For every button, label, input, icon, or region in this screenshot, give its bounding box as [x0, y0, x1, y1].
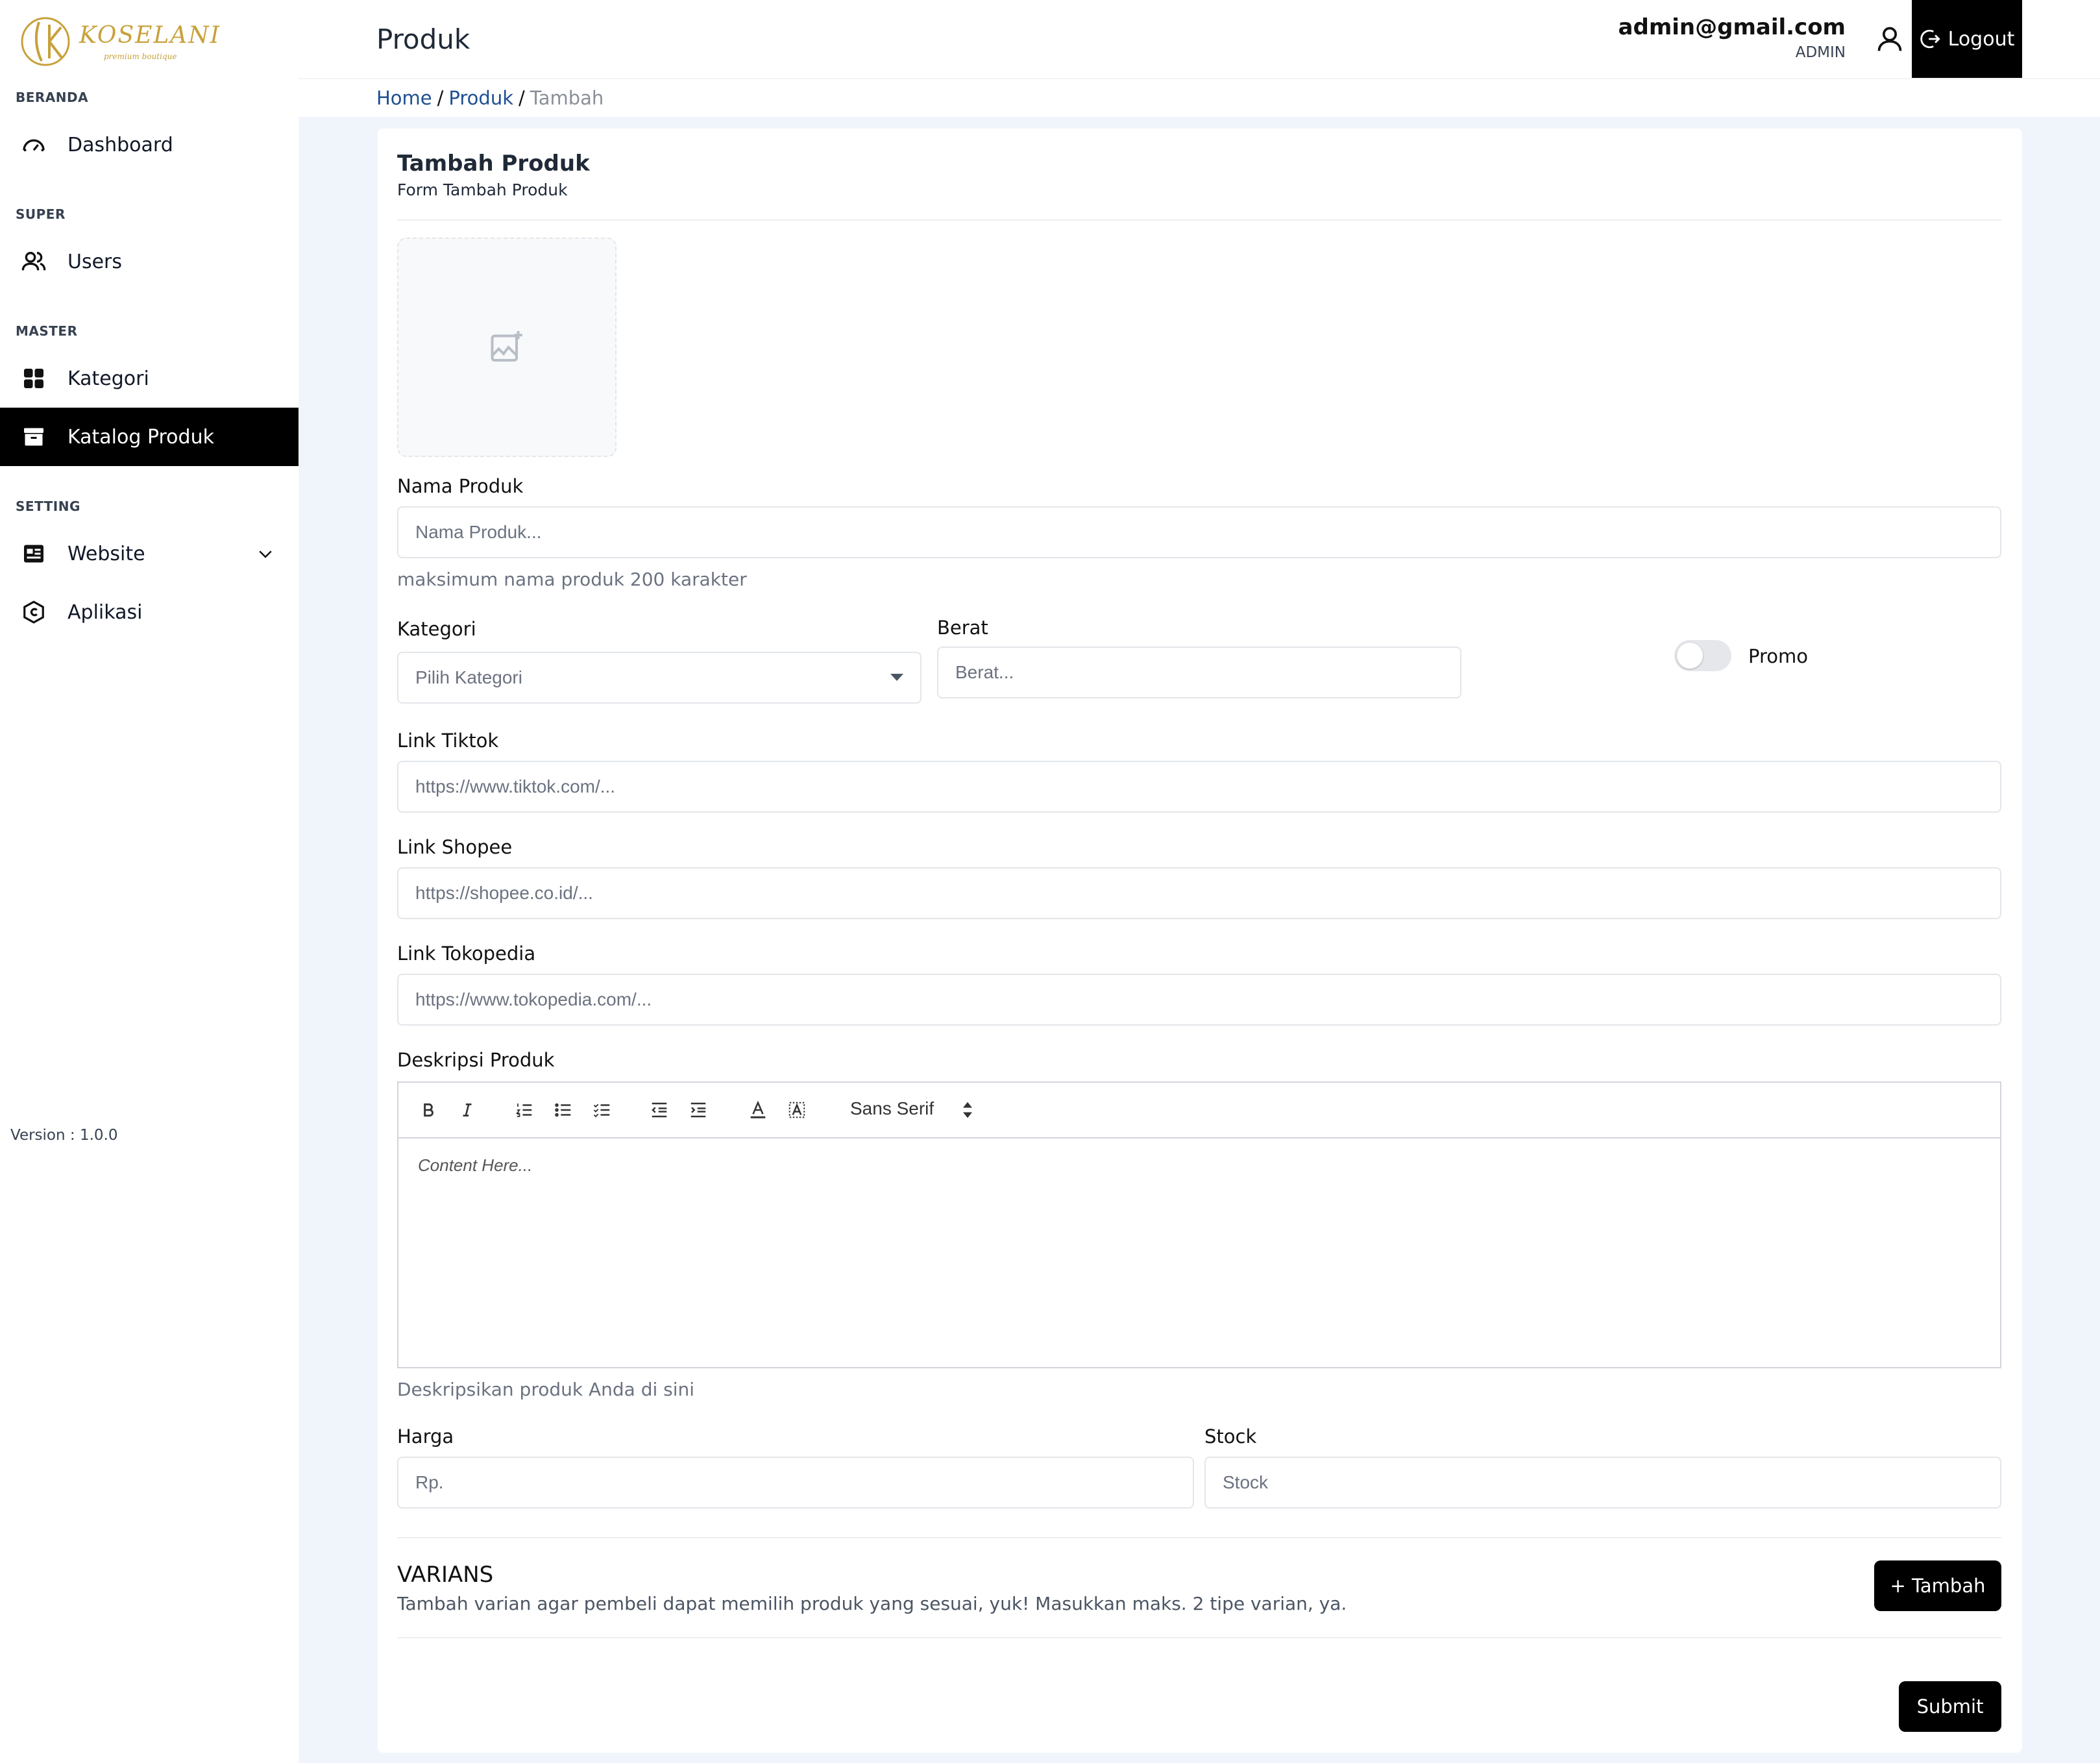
breadcrumb-home[interactable]: Home: [376, 87, 432, 109]
checklist-icon[interactable]: [591, 1098, 614, 1122]
ordered-list-icon[interactable]: [513, 1098, 536, 1122]
editor-toolbar: Sans Serif: [398, 1083, 2000, 1139]
editor-content[interactable]: Content Here...: [418, 1155, 532, 1176]
form-card: [378, 129, 2022, 1753]
grid-icon: [21, 365, 47, 391]
rich-text-editor: Sans Serif Content Here...: [397, 1081, 2001, 1368]
link-shopee-input[interactable]: https://shopee.co.id/...: [397, 867, 2001, 919]
sort-arrows-icon[interactable]: [960, 1101, 975, 1119]
logo-emblem-icon: [21, 17, 70, 66]
indent-icon[interactable]: [687, 1098, 710, 1122]
archive-icon: [21, 424, 47, 450]
user-icon[interactable]: [1875, 25, 1904, 53]
user-role: ADMIN: [1795, 44, 1846, 61]
logo-text: KOSELANI: [79, 22, 221, 49]
breadcrumb-bar: Home / Produk / Tambah: [299, 79, 2100, 117]
promo-toggle[interactable]: [1674, 640, 1731, 671]
sidebar-item-aplikasi[interactable]: Aplikasi: [0, 583, 299, 641]
form-title: Tambah Produk: [397, 151, 590, 177]
logout-button[interactable]: Logout: [1912, 0, 2022, 78]
deskripsi-help: Deskripsikan produk Anda di sini: [397, 1379, 695, 1400]
sidebar-item-label: Users: [67, 250, 123, 273]
nama-produk-help: maksimum nama produk 200 karakter: [397, 569, 747, 590]
sidebar-item-users[interactable]: Users: [0, 232, 299, 291]
user-email: admin@gmail.com: [1618, 14, 1846, 40]
kategori-selected-value: Pilih Kategori: [415, 667, 522, 687]
divider: [397, 219, 2001, 221]
bold-icon[interactable]: [417, 1098, 440, 1122]
toggle-knob: [1677, 643, 1703, 669]
link-tokopedia-input[interactable]: https://www.tokopedia.com/...: [397, 974, 2001, 1026]
varians-title: VARIANS: [397, 1562, 494, 1588]
nama-produk-label: Nama Produk: [397, 475, 524, 497]
sidebar-item-label: Aplikasi: [67, 600, 143, 624]
promo-label: Promo: [1748, 645, 1808, 667]
page-title: Produk: [376, 23, 470, 55]
sidebar-item-label: Dashboard: [67, 133, 173, 156]
breadcrumb-separator: /: [519, 87, 525, 109]
form-subtitle: Form Tambah Produk: [397, 180, 568, 199]
link-tokopedia-label: Link Tokopedia: [397, 943, 536, 965]
berat-label: Berat: [937, 617, 988, 639]
breadcrumb-produk[interactable]: Produk: [448, 87, 513, 109]
top-header: Produk admin@gmail.com ADMIN Logout: [299, 0, 2100, 79]
bullet-list-icon[interactable]: [552, 1098, 575, 1122]
app-icon: [21, 599, 47, 625]
breadcrumb: Home / Produk / Tambah: [376, 87, 604, 109]
background-color-icon[interactable]: [785, 1098, 809, 1122]
add-image-icon: [491, 331, 522, 362]
sidebar-item-katalog-produk[interactable]: Katalog Produk: [0, 408, 299, 466]
divider: [397, 1537, 2001, 1538]
outdent-icon[interactable]: [648, 1098, 671, 1122]
section-title-master: MASTER: [16, 323, 78, 339]
submit-button[interactable]: Submit: [1899, 1681, 2001, 1732]
stock-label: Stock: [1204, 1425, 1257, 1448]
image-upload-area[interactable]: [397, 238, 617, 457]
sidebar-item-label: Kategori: [67, 367, 149, 390]
app-version: Version : 1.0.0: [10, 1127, 118, 1144]
link-shopee-label: Link Shopee: [397, 836, 513, 858]
kategori-label: Kategori: [397, 618, 476, 640]
sidebar-item-website[interactable]: Website: [0, 524, 299, 583]
link-tiktok-input[interactable]: https://www.tiktok.com/...: [397, 761, 2001, 813]
sidebar-item-label: Website: [67, 542, 145, 565]
logo-subtext: premium boutique: [104, 52, 177, 61]
logout-icon: [1920, 29, 1940, 49]
section-title-setting: SETTING: [16, 499, 80, 514]
nama-produk-input[interactable]: Nama Produk...: [397, 506, 2001, 558]
divider: [397, 1637, 2001, 1638]
font-family-picker[interactable]: Sans Serif: [850, 1098, 934, 1119]
harga-label: Harga: [397, 1425, 454, 1448]
text-color-icon[interactable]: [746, 1098, 770, 1122]
section-title-super: SUPER: [16, 206, 66, 222]
harga-input[interactable]: Rp.: [397, 1457, 1194, 1509]
stock-input[interactable]: Stock: [1204, 1457, 2001, 1509]
gauge-icon: [21, 132, 47, 158]
logout-label: Logout: [1947, 27, 2015, 51]
deskripsi-label: Deskripsi Produk: [397, 1049, 555, 1071]
section-title-beranda: BERANDA: [16, 90, 89, 105]
kategori-select[interactable]: Pilih Kategori: [397, 652, 922, 704]
chevron-down-icon[interactable]: [256, 544, 275, 563]
varians-description: Tambah varian agar pembeli dapat memilih…: [397, 1593, 1347, 1614]
users-icon: [21, 249, 47, 275]
add-variant-button[interactable]: + Tambah: [1874, 1560, 2001, 1611]
sidebar: KOSELANI premium boutique BERANDA Dashbo…: [0, 0, 299, 1763]
brand-logo[interactable]: KOSELANI premium boutique: [19, 9, 219, 74]
sidebar-item-kategori[interactable]: Kategori: [0, 349, 299, 408]
sidebar-item-label: Katalog Produk: [67, 425, 214, 449]
caret-down-icon: [890, 674, 903, 681]
newspaper-icon: [21, 541, 47, 567]
breadcrumb-separator: /: [437, 87, 444, 109]
link-tiktok-label: Link Tiktok: [397, 730, 499, 752]
berat-input[interactable]: Berat...: [937, 647, 1461, 698]
sidebar-item-dashboard[interactable]: Dashboard: [0, 116, 299, 174]
italic-icon[interactable]: [456, 1098, 479, 1122]
breadcrumb-current: Tambah: [530, 87, 604, 109]
